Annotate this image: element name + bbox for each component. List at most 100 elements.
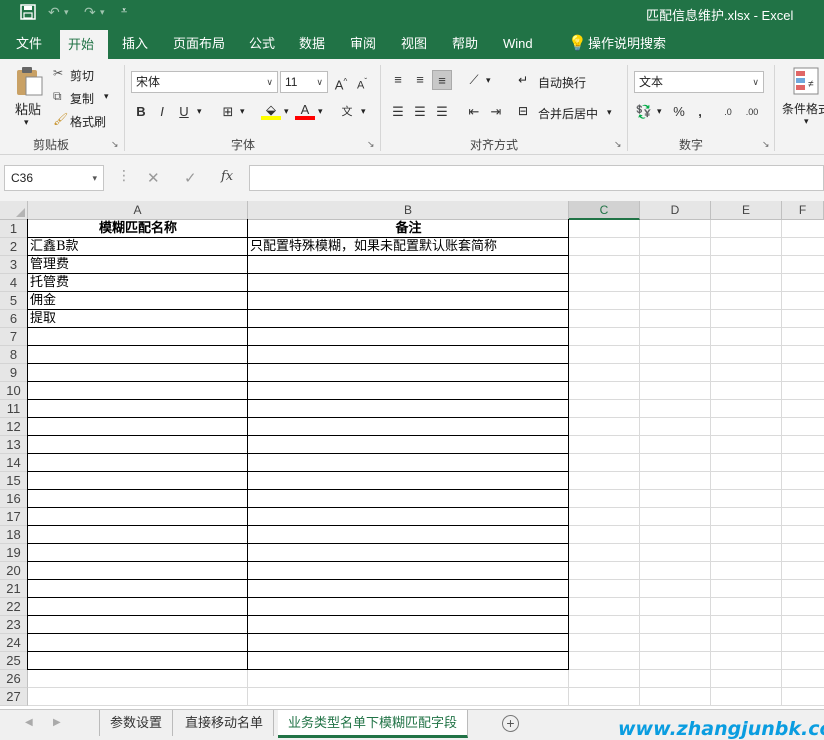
row-header-12[interactable]: 12 [0, 418, 28, 436]
phonetic-dropdown-icon[interactable]: ▾ [361, 106, 366, 117]
add-sheet-icon[interactable]: + [502, 715, 519, 732]
tab-review[interactable]: 审阅 [342, 28, 384, 59]
tell-me-search[interactable]: 操作说明搜索 [580, 28, 674, 59]
column-header-c[interactable]: C [569, 201, 640, 220]
row-header-19[interactable]: 19 [0, 544, 28, 562]
column-header-d[interactable]: D [640, 201, 711, 220]
name-box[interactable]: C36 ▾ [4, 165, 104, 191]
row-header-13[interactable]: 13 [0, 436, 28, 454]
table-cell[interactable]: 管理费 [28, 256, 248, 274]
comma-button[interactable]: , [690, 102, 710, 122]
row-header-4[interactable]: 4 [0, 274, 28, 292]
redo-icon[interactable]: ↷ [84, 4, 96, 21]
row-header-21[interactable]: 21 [0, 580, 28, 598]
paste-dropdown-icon[interactable]: ▾ [24, 117, 29, 128]
alignment-launcher-icon[interactable]: ↘ [614, 139, 622, 150]
row-header-17[interactable]: 17 [0, 508, 28, 526]
fill-color-icon[interactable]: ⬙ [261, 100, 281, 120]
column-header-b[interactable]: B [248, 201, 569, 220]
bold-button[interactable]: B [131, 102, 151, 122]
paste-icon[interactable] [14, 65, 44, 96]
tab-file[interactable]: 文件 [8, 28, 50, 59]
tab-insert[interactable]: 插入 [114, 28, 156, 59]
column-header-e[interactable]: E [711, 201, 782, 220]
row-header-9[interactable]: 9 [0, 364, 28, 382]
percent-button[interactable]: % [669, 102, 689, 122]
row-header-11[interactable]: 11 [0, 400, 28, 418]
row-header-16[interactable]: 16 [0, 490, 28, 508]
increase-indent-icon[interactable]: ⇥ [486, 102, 506, 122]
paste-button[interactable]: 粘贴 [15, 99, 41, 118]
row-header-1[interactable]: 1 [0, 220, 28, 238]
save-icon[interactable] [20, 4, 36, 23]
align-bottom-icon[interactable]: ≡ [432, 70, 452, 90]
font-color-icon[interactable]: A [295, 100, 315, 120]
cut-button[interactable]: 剪切 [70, 67, 94, 84]
sheet-tab-direct-move[interactable]: 直接移动名单 [175, 710, 275, 736]
align-right-icon[interactable]: ☰ [432, 102, 452, 122]
row-header-24[interactable]: 24 [0, 634, 28, 652]
font-launcher-icon[interactable]: ↘ [367, 139, 375, 150]
tab-help[interactable]: 帮助 [444, 28, 486, 59]
row-header-10[interactable]: 10 [0, 382, 28, 400]
column-header-f[interactable]: F [782, 201, 824, 220]
font-size-select[interactable]: 11 ∨ [280, 71, 328, 93]
row-header-22[interactable]: 22 [0, 598, 28, 616]
sheet-tab-params[interactable]: 参数设置 [99, 710, 174, 736]
row-header-15[interactable]: 15 [0, 472, 28, 490]
table-cell[interactable]: 汇鑫B款 [28, 238, 248, 256]
number-format-select[interactable]: 文本 ∨ [634, 71, 764, 93]
orientation-icon[interactable]: ⟋ [464, 70, 484, 90]
merge-dropdown-icon[interactable]: ▾ [607, 107, 612, 118]
font-name-select[interactable]: 宋体 ∨ [131, 71, 278, 93]
borders-icon[interactable]: ⊞ [218, 102, 238, 122]
table-header-cell[interactable]: 模糊匹配名称 [28, 220, 248, 238]
row-header-20[interactable]: 20 [0, 562, 28, 580]
undo-icon[interactable]: ↶ [48, 4, 60, 21]
table-cell[interactable]: 只配置特殊模糊，如果未配置默认账套简称 [248, 238, 569, 256]
wrap-text-button[interactable]: 自动换行 [538, 74, 586, 91]
row-header-14[interactable]: 14 [0, 454, 28, 472]
enter-icon[interactable]: ✓ [184, 169, 197, 187]
copy-dropdown-icon[interactable]: ▾ [104, 91, 109, 102]
row-header-18[interactable]: 18 [0, 526, 28, 544]
conditional-dropdown-icon[interactable]: ▾ [804, 116, 809, 127]
row-header-26[interactable]: 26 [0, 670, 28, 688]
select-all-button[interactable] [0, 201, 28, 220]
cancel-icon[interactable]: ✕ [147, 169, 160, 187]
tab-formulas[interactable]: 公式 [241, 28, 283, 59]
redo-dropdown-icon[interactable]: ▾ [100, 7, 105, 18]
sheet-tab-fuzzy-match[interactable]: 业务类型名单下模糊匹配字段 [278, 710, 469, 738]
table-cell[interactable] [248, 256, 569, 274]
phonetic-icon[interactable]: 文 [337, 102, 357, 122]
align-left-icon[interactable]: ☰ [388, 102, 408, 122]
font-color-dropdown-icon[interactable]: ▾ [318, 106, 323, 117]
row-header-7[interactable]: 7 [0, 328, 28, 346]
number-launcher-icon[interactable]: ↘ [762, 139, 770, 150]
prev-sheet-icon[interactable]: ◀ [25, 717, 33, 728]
tab-wind[interactable]: Wind [495, 28, 541, 59]
table-cell[interactable] [248, 310, 569, 328]
decrease-decimal-icon[interactable]: .00 [742, 102, 762, 122]
formula-input[interactable] [249, 165, 824, 191]
row-header-27[interactable]: 27 [0, 688, 28, 706]
table-cell[interactable]: 托管费 [28, 274, 248, 292]
row-header-2[interactable]: 2 [0, 238, 28, 256]
tab-view[interactable]: 视图 [393, 28, 435, 59]
tab-data[interactable]: 数据 [291, 28, 333, 59]
row-header-8[interactable]: 8 [0, 346, 28, 364]
row-header-3[interactable]: 3 [0, 256, 28, 274]
column-header-a[interactable]: A [28, 201, 248, 220]
clipboard-launcher-icon[interactable]: ↘ [111, 139, 119, 150]
table-cell[interactable] [248, 274, 569, 292]
align-middle-icon[interactable]: ≡ [410, 70, 430, 90]
align-top-icon[interactable]: ≡ [388, 70, 408, 90]
underline-dropdown-icon[interactable]: ▾ [197, 106, 202, 117]
row-header-23[interactable]: 23 [0, 616, 28, 634]
merge-center-button[interactable]: 合并后居中 [538, 105, 598, 122]
borders-dropdown-icon[interactable]: ▾ [240, 106, 245, 117]
decrease-indent-icon[interactable]: ⇤ [464, 102, 484, 122]
decrease-font-icon[interactable]: Aˇ [352, 72, 372, 92]
fill-dropdown-icon[interactable]: ▾ [284, 106, 289, 117]
tab-page-layout[interactable]: 页面布局 [165, 28, 233, 59]
